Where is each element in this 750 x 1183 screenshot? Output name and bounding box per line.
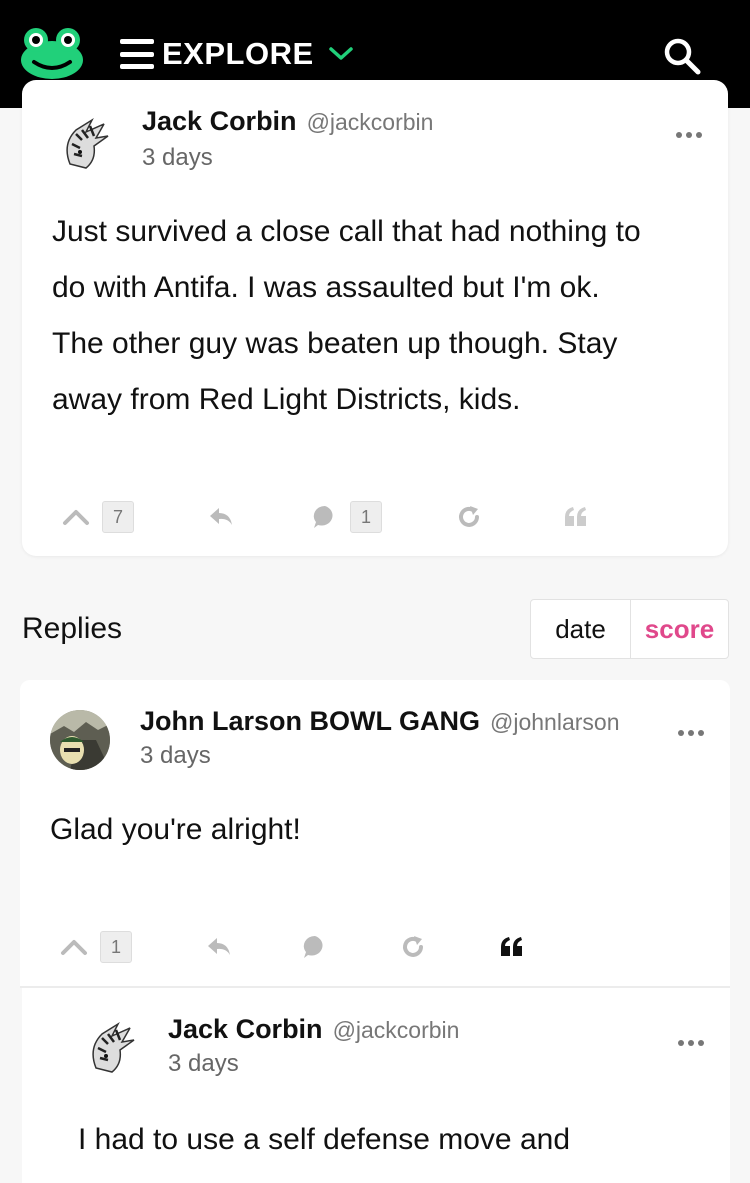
- upvote-button[interactable]: 7: [62, 500, 134, 534]
- reply-actions: 1: [60, 930, 660, 964]
- nested-reply-card: Jack Corbin @jackcorbin 3 days I had to u…: [22, 988, 730, 1183]
- author-handle: @jackcorbin: [306, 109, 434, 135]
- post-actions: 7 1: [62, 500, 662, 534]
- reply-button[interactable]: [206, 930, 232, 964]
- reply-body: I had to use a self defense move and: [78, 1123, 570, 1156]
- hamburger-icon: [120, 39, 154, 69]
- chevron-down-icon: [328, 47, 353, 60]
- author-name: Jack Corbin: [142, 106, 297, 136]
- comment-icon: [313, 505, 333, 528]
- reply-author[interactable]: John Larson BOWL GANG @johnlarson: [140, 706, 620, 737]
- post-author[interactable]: Jack Corbin @jackcorbin: [142, 106, 433, 137]
- replies-heading: Replies: [22, 612, 123, 645]
- comment-button[interactable]: 1: [312, 500, 382, 534]
- reply-icon: [210, 508, 232, 525]
- post-time[interactable]: 3 days: [142, 144, 213, 172]
- zebra-avatar-icon: [52, 114, 112, 174]
- quote-button[interactable]: [500, 930, 524, 964]
- reply-sort-toggle: date score: [530, 599, 729, 659]
- author-name: Jack Corbin: [168, 1014, 323, 1044]
- upvote-icon: [63, 510, 89, 525]
- repost-icon: [459, 506, 479, 527]
- more-options-icon[interactable]: [676, 132, 704, 140]
- post-body: Just survived a close call that had noth…: [52, 204, 712, 428]
- frog-logo-icon[interactable]: [20, 26, 84, 80]
- comment-button[interactable]: [302, 930, 328, 964]
- sort-by-score-button[interactable]: score: [631, 600, 728, 658]
- reply-button[interactable]: [208, 500, 234, 534]
- upvote-button[interactable]: 1: [60, 930, 132, 964]
- author-name: John Larson BOWL GANG: [140, 706, 481, 736]
- post-line: away from Red Light Districts, kids.: [52, 383, 521, 416]
- upvote-count: 1: [100, 931, 132, 963]
- comment-count: 1: [350, 501, 382, 533]
- reply-icon: [208, 938, 230, 955]
- repost-button[interactable]: [400, 930, 426, 964]
- more-options-icon[interactable]: [678, 730, 706, 738]
- post-card: Jack Corbin @jackcorbin 3 days Just survi…: [22, 80, 728, 556]
- photo-avatar-icon: [50, 710, 110, 770]
- post-line: do with Antifa. I was assaulted but I'm …: [52, 271, 600, 304]
- reply-body: Glad you're alright!: [50, 813, 301, 846]
- explore-menu-button[interactable]: EXPLORE: [120, 37, 354, 71]
- avatar[interactable]: [78, 1018, 138, 1078]
- author-handle: @jackcorbin: [332, 1017, 460, 1043]
- comment-icon: [303, 935, 323, 958]
- reply-author[interactable]: Jack Corbin @jackcorbin: [168, 1014, 459, 1045]
- quote-icon: [565, 507, 586, 526]
- upvote-count: 7: [102, 501, 134, 533]
- avatar[interactable]: [52, 114, 112, 174]
- author-handle: @johnlarson: [490, 709, 620, 735]
- repost-icon: [403, 936, 423, 957]
- more-options-icon[interactable]: [678, 1040, 706, 1048]
- sort-by-date-button[interactable]: date: [531, 600, 631, 658]
- explore-menu-label: EXPLORE: [162, 36, 314, 71]
- quote-icon: [501, 937, 522, 956]
- quote-button[interactable]: [564, 500, 588, 534]
- repost-button[interactable]: [456, 500, 482, 534]
- post-line: Just survived a close call that had noth…: [52, 215, 641, 248]
- avatar[interactable]: [50, 710, 110, 770]
- reply-card: John Larson BOWL GANG @johnlarson 3 days …: [20, 680, 730, 986]
- zebra-avatar-icon: [78, 1018, 138, 1078]
- search-icon[interactable]: [662, 36, 702, 76]
- reply-time[interactable]: 3 days: [140, 742, 211, 770]
- reply-time[interactable]: 3 days: [168, 1050, 239, 1078]
- post-line: The other guy was beaten up though. Stay: [52, 327, 618, 360]
- upvote-icon: [61, 940, 87, 955]
